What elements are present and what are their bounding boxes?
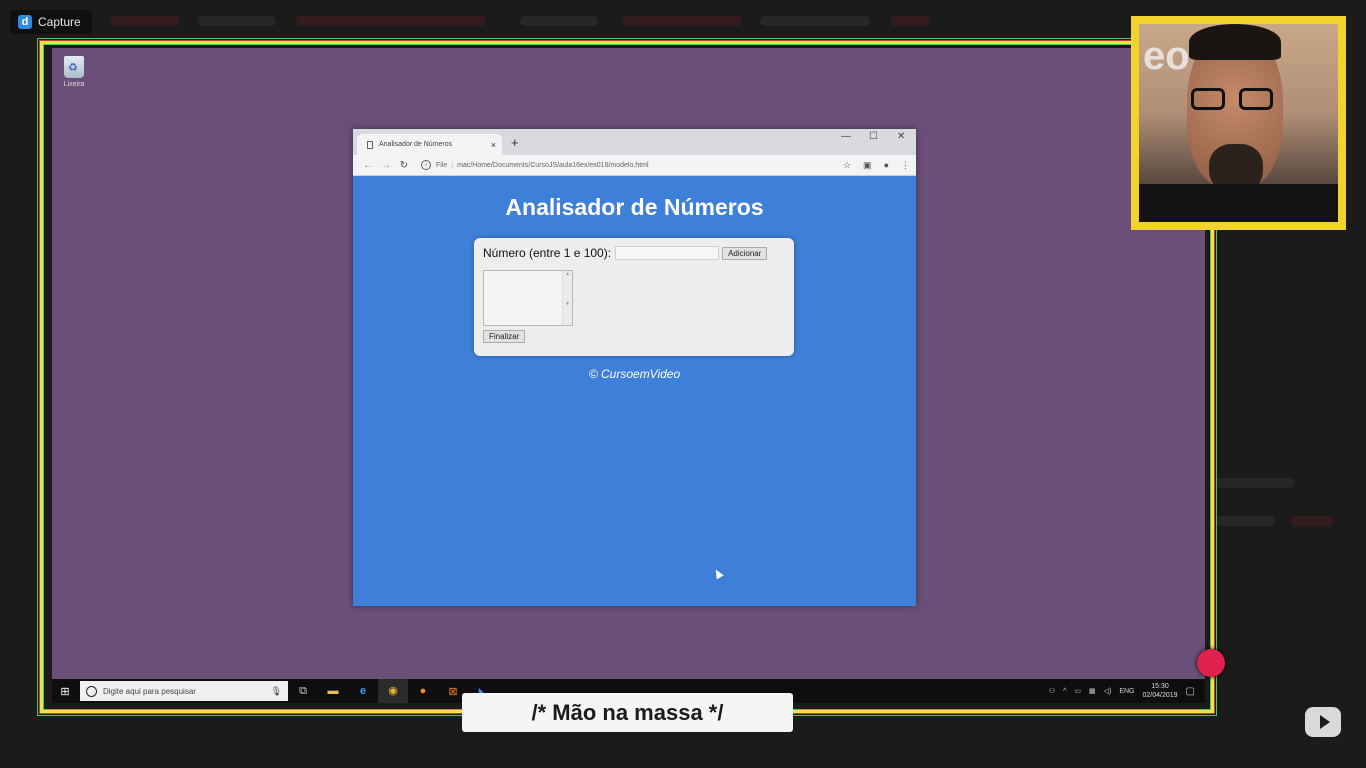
tab-close-icon[interactable]: × xyxy=(491,140,496,150)
clock[interactable]: 15:30 02/04/2019 xyxy=(1143,682,1178,700)
youtube-play-icon[interactable] xyxy=(1305,707,1341,737)
recording-indicator xyxy=(1197,649,1225,677)
capture-logo-icon: d xyxy=(18,15,32,29)
maximize-button[interactable]: ☐ xyxy=(869,131,878,142)
page-title: Analisador de Números xyxy=(505,194,764,220)
background-streak xyxy=(1215,516,1275,526)
page-icon xyxy=(367,140,373,149)
background-streak xyxy=(760,16,870,26)
microphone-icon[interactable]: 🎙 xyxy=(271,686,282,697)
close-window-button[interactable]: ✕ xyxy=(897,131,905,142)
edge-icon[interactable]: e xyxy=(348,685,378,697)
capture-badge: d Capture xyxy=(10,10,92,34)
clock-time: 15:30 xyxy=(1151,683,1169,690)
forward-icon[interactable]: → xyxy=(377,160,395,171)
background-streak xyxy=(520,16,598,26)
background-streak xyxy=(198,16,276,26)
background-streak xyxy=(890,16,930,26)
info-icon[interactable]: i xyxy=(421,160,431,170)
number-label: Número (entre 1 e 100): xyxy=(483,246,612,260)
new-tab-button[interactable]: + xyxy=(511,135,519,150)
number-row: Número (entre 1 e 100): Adicionar xyxy=(483,246,785,260)
list-scrollbar[interactable]: ▲ ▼ xyxy=(562,271,572,325)
caption-banner: /* Mão na massa */ xyxy=(462,693,793,732)
extension-icon[interactable]: ▣ xyxy=(863,160,872,171)
minimize-button[interactable]: — xyxy=(841,131,851,142)
star-icon[interactable]: ☆ xyxy=(843,160,851,171)
address-bar: ← → ↻ i File | mac/Home/Documents/CursoJ… xyxy=(353,155,916,176)
add-button[interactable]: Adicionar xyxy=(722,246,768,260)
webcam-background-logo: eo xyxy=(1143,34,1190,78)
network-icon[interactable]: ▦ xyxy=(1089,687,1096,695)
recycle-bin[interactable]: Lixeira xyxy=(60,56,88,88)
presenter-hair xyxy=(1189,24,1281,60)
tray-chevron-icon[interactable]: ^ xyxy=(1063,688,1066,695)
task-view-icon[interactable]: ⧉ xyxy=(288,685,318,698)
footer-copyright: © CursoemVideo xyxy=(588,367,681,381)
file-explorer-icon[interactable]: ▬ xyxy=(318,685,348,697)
number-list[interactable]: ▲ ▼ xyxy=(483,270,573,326)
taskbar-search-placeholder: Digite aqui para pesquisar xyxy=(103,686,196,696)
recycle-bin-icon xyxy=(64,56,84,78)
background-streak xyxy=(110,16,180,26)
webcam-overlay: eo xyxy=(1131,16,1346,230)
volume-icon[interactable]: ◁) xyxy=(1104,687,1112,695)
menu-icon[interactable]: ⋮ xyxy=(901,160,910,171)
battery-icon[interactable]: ▭ xyxy=(1074,687,1081,695)
cortana-icon xyxy=(86,685,97,697)
recycle-bin-label: Lixeira xyxy=(63,81,85,88)
windows-start-icon[interactable]: ⊞ xyxy=(52,685,78,698)
presenter-shirt xyxy=(1139,184,1338,222)
browser-window: Analisador de Números × + — ☐ ✕ ← → ↻ i … xyxy=(353,129,916,606)
system-tray: ⚇ ^ ▭ ▦ ◁) ENG 15:30 02/04/2019 ▢ xyxy=(1049,682,1205,700)
back-icon[interactable]: ← xyxy=(359,160,377,171)
people-icon[interactable]: ⚇ xyxy=(1049,687,1055,695)
clock-date: 02/04/2019 xyxy=(1142,692,1178,699)
taskbar-search[interactable]: Digite aqui para pesquisar 🎙 xyxy=(80,681,288,701)
tab-title: Analisador de Números xyxy=(379,141,453,148)
browser-tab[interactable]: Analisador de Números × xyxy=(357,134,502,155)
url-separator: | xyxy=(451,161,454,169)
analyzer-panel: Número (entre 1 e 100): Adicionar ▲ ▼ Fin… xyxy=(474,238,794,356)
firefox-icon[interactable]: ● xyxy=(408,685,438,697)
reload-icon[interactable]: ↻ xyxy=(395,160,413,171)
background-streak xyxy=(622,16,742,26)
number-input[interactable] xyxy=(615,246,720,260)
finish-button[interactable]: Finalizar xyxy=(483,330,526,343)
capture-label: Capture xyxy=(38,15,81,29)
browser-tabbar: Analisador de Números × + — ☐ ✕ xyxy=(353,129,916,155)
account-icon[interactable]: ● xyxy=(884,160,889,171)
url-scheme: File xyxy=(436,161,448,169)
background-streak xyxy=(296,16,486,26)
page-content: Analisador de Números Número (entre 1 e … xyxy=(353,176,916,606)
mouse-cursor xyxy=(712,567,724,580)
desktop: Lixeira Analisador de Números × + — ☐ ✕ … xyxy=(52,48,1205,703)
background-streak xyxy=(1290,516,1334,526)
notification-icon[interactable]: ▢ xyxy=(1186,686,1195,697)
toolbar-icons: ☆ ▣ ● ⋮ xyxy=(843,160,910,171)
presenter-glasses xyxy=(1191,88,1277,112)
chrome-icon[interactable]: ◉ xyxy=(378,679,408,703)
language-indicator[interactable]: ENG xyxy=(1119,688,1134,695)
background-streak xyxy=(1215,478,1295,488)
url-text[interactable]: mac/Home/Documents/CursoJS/aula16ex/ex01… xyxy=(457,162,648,169)
